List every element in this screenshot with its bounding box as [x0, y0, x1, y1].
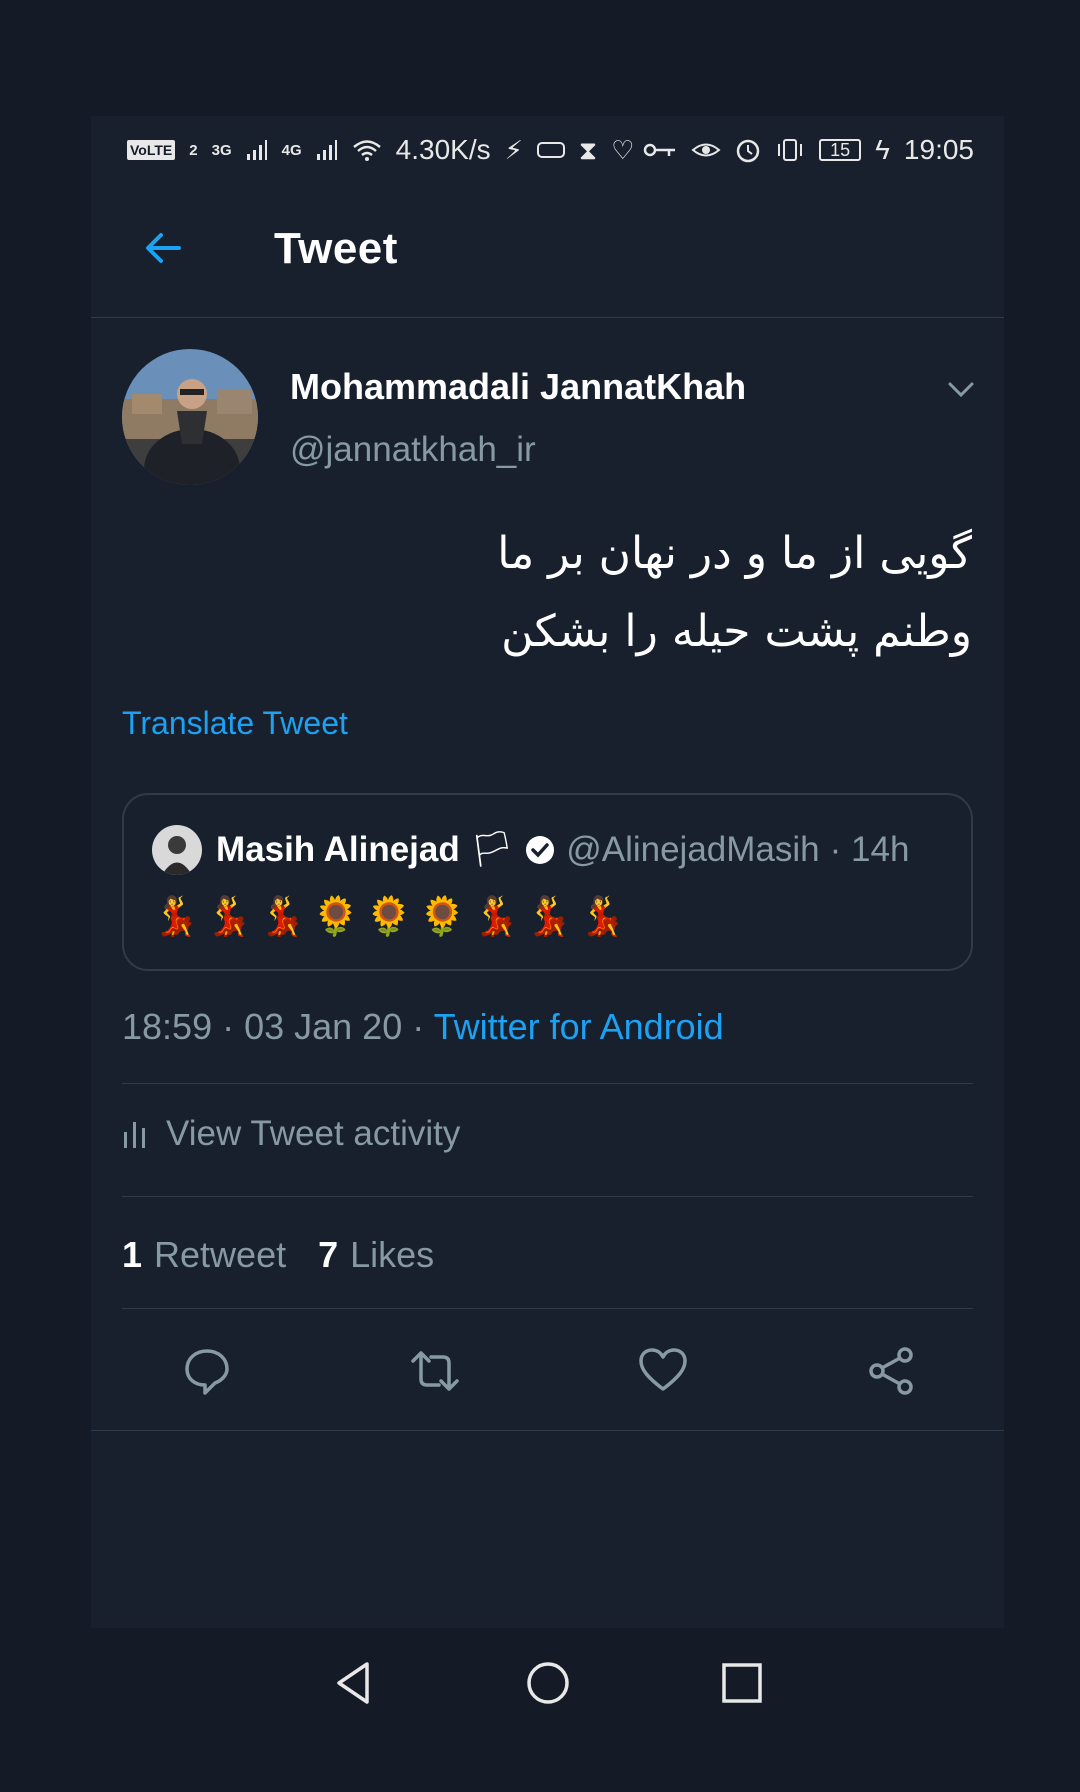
vr-icon	[536, 142, 565, 158]
phone-frame: VoLTE 2 3G 4G 4.30K/s ⚡ ⧗ ♡ 15 ϟ 19:05 T…	[0, 0, 1080, 1792]
retweet-icon[interactable]	[409, 1345, 461, 1397]
status-bar: VoLTE 2 3G 4G 4.30K/s ⚡ ⧗ ♡ 15 ϟ 19:05	[91, 116, 1004, 184]
tweet-text-line-1: گویی از ما و در نهان بر ما	[497, 528, 972, 579]
nav-recents-icon[interactable]	[717, 1658, 767, 1708]
sunflower-emoji: 🌻	[418, 896, 466, 938]
bar-chart-icon	[124, 1122, 145, 1148]
system-nav-bar	[91, 1628, 1004, 1738]
dancer-emoji: 💃	[152, 896, 200, 938]
dancer-emoji: 💃	[578, 896, 626, 938]
eye-icon	[691, 143, 721, 157]
quoted-author-avatar	[152, 825, 202, 875]
quoted-header: Masih Alinejad 🏳 @AlinejadMasih · 14h	[216, 829, 909, 870]
sunflower-emoji: 🌻	[311, 896, 360, 938]
quoted-author-name: Masih Alinejad	[216, 829, 460, 869]
quoted-author-handle: @AlinejadMasih	[566, 829, 820, 869]
signal-icon	[246, 140, 267, 160]
vibrate-icon	[778, 139, 803, 161]
charging-icon: ϟ	[875, 134, 890, 165]
hourglass-icon: ⧗	[578, 135, 598, 165]
alarm-icon	[736, 139, 760, 163]
key-icon	[643, 143, 676, 157]
like-label: Likes	[350, 1234, 435, 1275]
tweet-meta: 18:59 · 03 Jan 20 · Twitter for Android	[122, 1006, 724, 1048]
like-count-link[interactable]: 7 Likes	[318, 1234, 434, 1276]
nav-back-icon[interactable]	[329, 1658, 379, 1708]
author-avatar[interactable]	[122, 349, 258, 485]
heart-icon[interactable]	[637, 1345, 689, 1397]
tweet-source-link[interactable]: Twitter for Android	[434, 1006, 724, 1047]
author-handle[interactable]: @jannatkhah_ir	[290, 430, 536, 470]
quoted-age: · 14h	[829, 829, 910, 869]
tweet-text: گویی از ما و در نهان بر ما وطنم پشت حیله…	[212, 515, 972, 671]
white-flag-icon: 🏳	[469, 830, 515, 869]
back-arrow-icon[interactable]	[139, 224, 187, 272]
clock-time: 19:05	[903, 134, 974, 165]
network-3g-label: 3G	[211, 141, 232, 159]
page-title: Tweet	[274, 224, 398, 273]
retweet-count-link[interactable]: 1 Retweet	[122, 1234, 286, 1276]
missed-call-icon: ⚡	[504, 135, 523, 165]
network-4g-label: 4G	[281, 141, 302, 159]
retweet-label: Retweet	[154, 1234, 287, 1275]
app-header: Tweet	[91, 184, 1004, 318]
tweet-text-line-2: وطنم پشت حیله را بشکن	[501, 606, 972, 657]
divider	[122, 1196, 973, 1197]
status-right: 15 ϟ 19:05	[643, 134, 974, 166]
chevron-down-icon[interactable]	[944, 372, 978, 406]
signal-icon-2	[316, 140, 337, 160]
quoted-tweet-card[interactable]: Masih Alinejad 🏳 @AlinejadMasih · 14h 💃 …	[122, 793, 973, 971]
reply-icon[interactable]	[181, 1345, 233, 1397]
network-speed: 4.30K/s	[395, 134, 491, 165]
translate-tweet-link[interactable]: Translate Tweet	[122, 705, 348, 742]
sim-number: 2	[189, 141, 198, 159]
nav-home-icon[interactable]	[523, 1658, 573, 1708]
tweet-actions	[91, 1310, 1004, 1431]
author-name[interactable]: Mohammadali JannatKhah	[290, 366, 746, 408]
share-icon[interactable]	[865, 1345, 917, 1397]
wifi-icon	[352, 140, 381, 161]
quoted-emoji-row: 💃 💃 💃 🌻 🌻 🌻 💃 💃 💃	[152, 895, 626, 939]
sunflower-emoji: 🌻	[365, 896, 413, 938]
dancer-emoji: 💃	[471, 896, 520, 938]
divider	[122, 1308, 973, 1309]
retweet-count: 1	[122, 1234, 143, 1275]
status-left: VoLTE 2 3G 4G 4.30K/s ⚡ ⧗ ♡	[127, 134, 634, 166]
dancer-emoji: 💃	[525, 896, 573, 938]
health-heart-icon: ♡	[611, 135, 635, 165]
tweet-timestamp: 18:59 · 03 Jan 20 ·	[122, 1006, 434, 1047]
dancer-emoji: 💃	[258, 896, 306, 938]
battery-icon: 15	[819, 139, 862, 161]
view-activity-button[interactable]: View Tweet activity	[122, 1114, 460, 1154]
volte-badge: VoLTE	[127, 140, 176, 160]
view-activity-label: View Tweet activity	[166, 1114, 461, 1153]
divider	[122, 1083, 973, 1084]
verified-badge-icon	[526, 835, 555, 864]
dancer-emoji: 💃	[205, 896, 253, 938]
engagement-counts: 1 Retweet 7 Likes	[122, 1234, 434, 1276]
like-count: 7	[318, 1234, 339, 1275]
